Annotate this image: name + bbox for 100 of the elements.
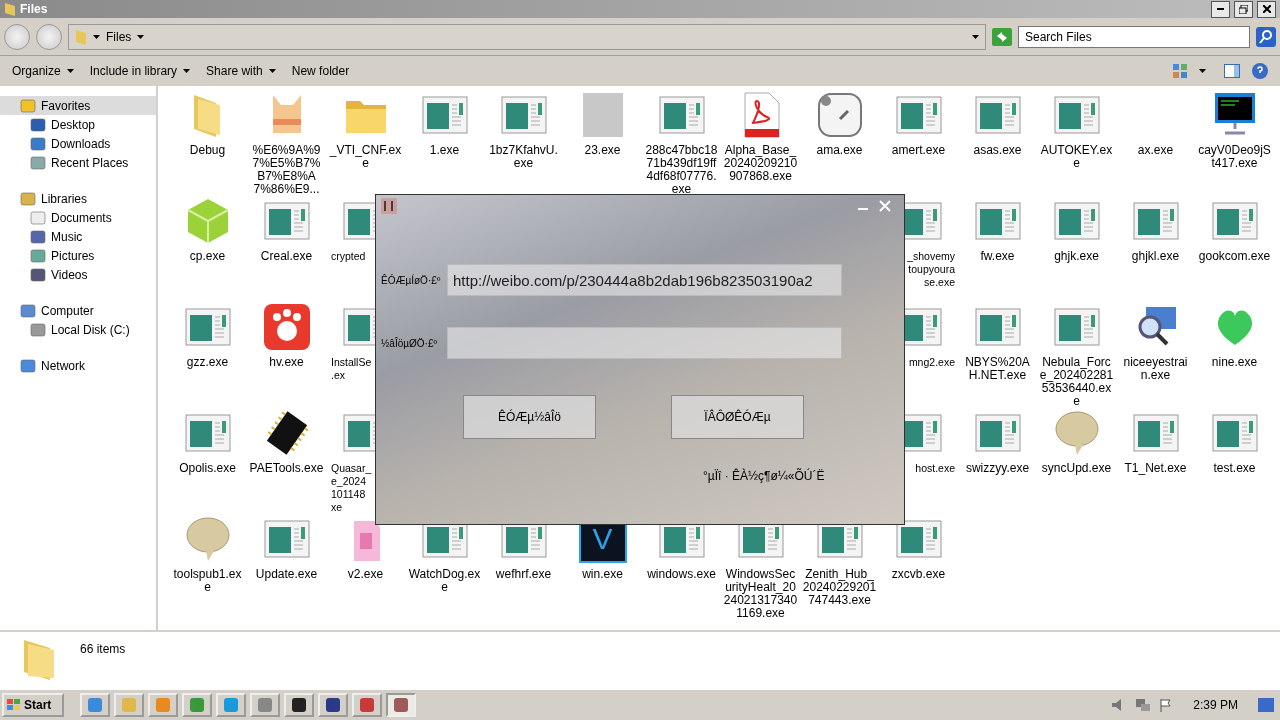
path-segment[interactable]: Files — [106, 29, 132, 44]
file-name[interactable]: Creal.exe — [249, 250, 324, 263]
file-name[interactable]: _shovemy toupyoura se.exe — [907, 250, 955, 289]
refresh-icon[interactable] — [992, 27, 1012, 46]
file-name[interactable]: 23.exe — [565, 144, 640, 157]
item-count: 66 items — [80, 642, 126, 656]
file-name[interactable]: WindowsSecurityHealt_20240213173401169.exe — [723, 568, 798, 620]
file-name[interactable]: crypted — [331, 250, 366, 263]
file-name[interactable]: 1.exe — [407, 144, 482, 157]
file-name[interactable]: Alpha_Base_20240209210907868.exe — [723, 144, 798, 183]
back-button[interactable] — [4, 23, 30, 50]
forward-button[interactable] — [36, 23, 62, 50]
minimize-icon — [1217, 8, 1224, 10]
sidebar-item[interactable]: Recent Places — [0, 153, 156, 172]
caret-icon — [1199, 69, 1206, 73]
file-name[interactable]: NBYS%20AH.NET.exe — [960, 356, 1035, 382]
file-name[interactable]: hv.exe — [249, 356, 324, 369]
address-field[interactable]: Files — [68, 23, 986, 50]
sidebar-item[interactable]: Network — [0, 356, 156, 375]
sidebar-item[interactable]: Favorites — [0, 96, 156, 115]
file-name[interactable]: zxcvb.exe — [881, 568, 956, 581]
file-name[interactable]: fw.exe — [960, 250, 1035, 263]
file-name[interactable]: cayV0Deo9jSt417.exe — [1197, 144, 1272, 170]
file-name[interactable]: swizzyy.exe — [960, 462, 1035, 475]
speech-bubble-icon — [1052, 409, 1101, 457]
file-name[interactable]: syncUpd.exe — [1039, 462, 1114, 475]
action-button[interactable]: ÏÂÔØÊÓÆµ — [671, 395, 804, 439]
file-name[interactable]: Nebula_Force_20240228153536440.exe — [1039, 356, 1114, 408]
file-name[interactable]: mng2.exe — [908, 356, 955, 369]
view-options-icon[interactable] — [1173, 64, 1187, 78]
file-name[interactable]: ax.exe — [1118, 144, 1193, 157]
file-name[interactable]: niceeyestrain.exe — [1118, 356, 1193, 382]
restore-button[interactable] — [1234, 0, 1253, 18]
sidebar-item[interactable]: Desktop — [0, 115, 156, 134]
file-name[interactable]: test.exe — [1197, 462, 1272, 475]
input-field[interactable] — [447, 327, 842, 359]
toolbar-menu-button[interactable]: Organize — [4, 64, 82, 78]
sidebar-item[interactable]: Libraries — [0, 189, 156, 208]
file-name[interactable]: asas.exe — [960, 144, 1035, 157]
file-name[interactable]: cp.exe — [170, 250, 245, 263]
file-name[interactable]: Opolis.exe — [170, 462, 245, 475]
file-name[interactable]: amert.exe — [881, 144, 956, 157]
search-field[interactable]: Search Files — [1018, 25, 1250, 48]
preview-pane-icon[interactable] — [1224, 64, 1240, 78]
file-name[interactable]: ama.exe — [802, 144, 877, 157]
taskbar-button[interactable] — [284, 693, 314, 717]
toolbar-menu-button[interactable]: Include in library — [81, 64, 199, 78]
file-name[interactable]: toolspub1.exe — [170, 568, 245, 594]
close-icon[interactable] — [879, 200, 891, 212]
sidebar-item[interactable]: Computer — [0, 301, 156, 320]
file-name[interactable]: gzz.exe — [170, 356, 245, 369]
windows-logo-icon — [7, 699, 21, 711]
speech-bubble-icon — [183, 515, 232, 563]
file-name[interactable]: WatchDog.exe — [407, 568, 482, 594]
close-icon — [1262, 5, 1271, 13]
sidebar-item[interactable]: Downloads — [0, 134, 156, 153]
file-name[interactable]: ghjkl.exe — [1118, 250, 1193, 263]
file-name[interactable]: _VTI_CNF.exe — [328, 144, 403, 170]
file-name[interactable]: Debug — [170, 144, 245, 157]
sidebar-item[interactable]: Documents — [0, 208, 156, 227]
file-name[interactable]: Quasar_ e_2024 101148 xe — [331, 462, 372, 514]
file-name[interactable]: Update.exe — [249, 568, 324, 581]
sidebar-item[interactable]: Music — [0, 227, 156, 246]
start-button[interactable]: Start — [2, 693, 64, 717]
window-title: Files — [20, 2, 49, 16]
file-name[interactable]: v2.exe — [328, 568, 403, 581]
file-name[interactable]: windows.exe — [644, 568, 719, 581]
file-name[interactable]: win.exe — [565, 568, 640, 581]
close-button[interactable] — [1257, 0, 1276, 18]
action-button[interactable]: ÊÓÆµ½âÎö — [463, 395, 596, 439]
file-name[interactable]: nine.exe — [1197, 356, 1272, 369]
sidebar-item[interactable]: Pictures — [0, 246, 156, 265]
file-name[interactable]: 288c47bbc1871b439df19ff4df68f07776.exe — [644, 144, 719, 196]
clock[interactable]: 2:39 PM — [1193, 698, 1238, 712]
flag-icon[interactable] — [1159, 698, 1174, 712]
minimize-button[interactable] — [1211, 0, 1230, 18]
caret-icon — [183, 69, 191, 73]
file-name[interactable]: T1_Net.exe — [1118, 462, 1193, 475]
taskbar-button[interactable] — [318, 693, 348, 717]
file-name[interactable]: InstallSe .ex — [331, 356, 372, 382]
toolbar-menu-button[interactable]: New folder — [283, 64, 358, 78]
file-name[interactable]: wefhrf.exe — [486, 568, 561, 581]
file-name[interactable]: host.exe — [915, 462, 955, 475]
input-field[interactable]: http://weibo.com/p/230444a8b2dab196b823503190a2 — [447, 264, 842, 296]
file-name[interactable]: gookcom.exe — [1197, 250, 1272, 263]
search-icon[interactable] — [1256, 26, 1276, 47]
file-name[interactable]: 1bz7KfahvU.exe — [486, 144, 561, 170]
caret-icon — [972, 34, 979, 39]
sidebar-item[interactable]: Videos — [0, 265, 156, 284]
file-name[interactable]: AUTOKEY.exe — [1039, 144, 1114, 170]
file-name[interactable]: PAETools.exe — [249, 462, 324, 475]
help-icon[interactable] — [1252, 63, 1268, 79]
file-name[interactable]: %E6%9A%97%E5%B7%B7%E8%A7%86%E9... — [249, 144, 324, 196]
file-name[interactable]: ghjk.exe — [1039, 250, 1114, 263]
sidebar-item[interactable]: Local Disk (C:) — [0, 320, 156, 339]
toolbar-menu-button[interactable]: Share with — [198, 64, 284, 78]
paw-icon — [262, 303, 311, 351]
app-icon — [381, 198, 397, 214]
file-name[interactable]: Zenith_Hub_20240229201747443.exe — [802, 568, 877, 607]
caret-icon — [66, 69, 74, 73]
